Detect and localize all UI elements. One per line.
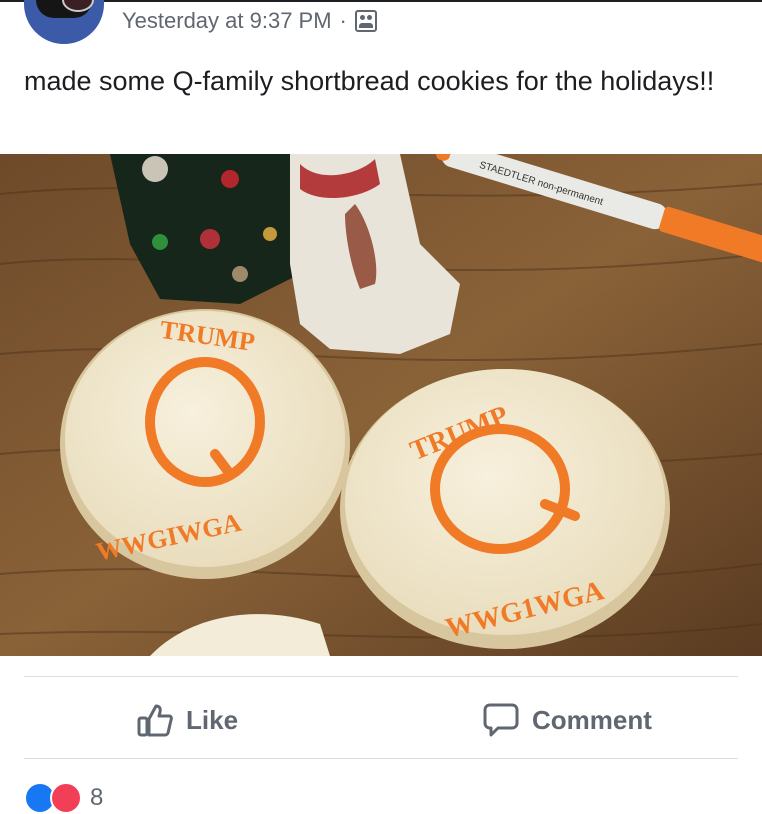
cookie-left: TRUMP WWGIWGA <box>60 309 350 579</box>
post-meta: Yesterday at 9:37 PM · <box>122 8 377 34</box>
reaction-count: 8 <box>90 784 104 811</box>
meta-separator: · <box>339 8 347 33</box>
divider <box>24 676 738 677</box>
cookie-right: TRUMP WWG1WGA <box>340 369 670 649</box>
avatar[interactable] <box>24 0 104 44</box>
thumbs-up-icon <box>137 704 173 737</box>
post-timestamp[interactable]: Yesterday at 9:37 PM <box>122 8 332 34</box>
friends-icon[interactable] <box>354 10 377 32</box>
comment-label: Comment <box>532 704 652 735</box>
reaction-summary[interactable]: 8 <box>24 782 103 814</box>
divider <box>24 758 738 759</box>
comment-icon <box>483 703 519 737</box>
like-button[interactable]: Like <box>136 700 238 740</box>
post-photo[interactable]: STAEDTLER non-permanent TRUMP WWGIWGA TR… <box>0 154 762 656</box>
comment-button[interactable]: Comment <box>482 700 652 740</box>
like-label: Like <box>186 704 239 735</box>
top-edge <box>0 0 762 2</box>
love-reaction-icon <box>50 782 82 814</box>
post-caption: made some Q-family shortbread cookies fo… <box>24 66 715 96</box>
